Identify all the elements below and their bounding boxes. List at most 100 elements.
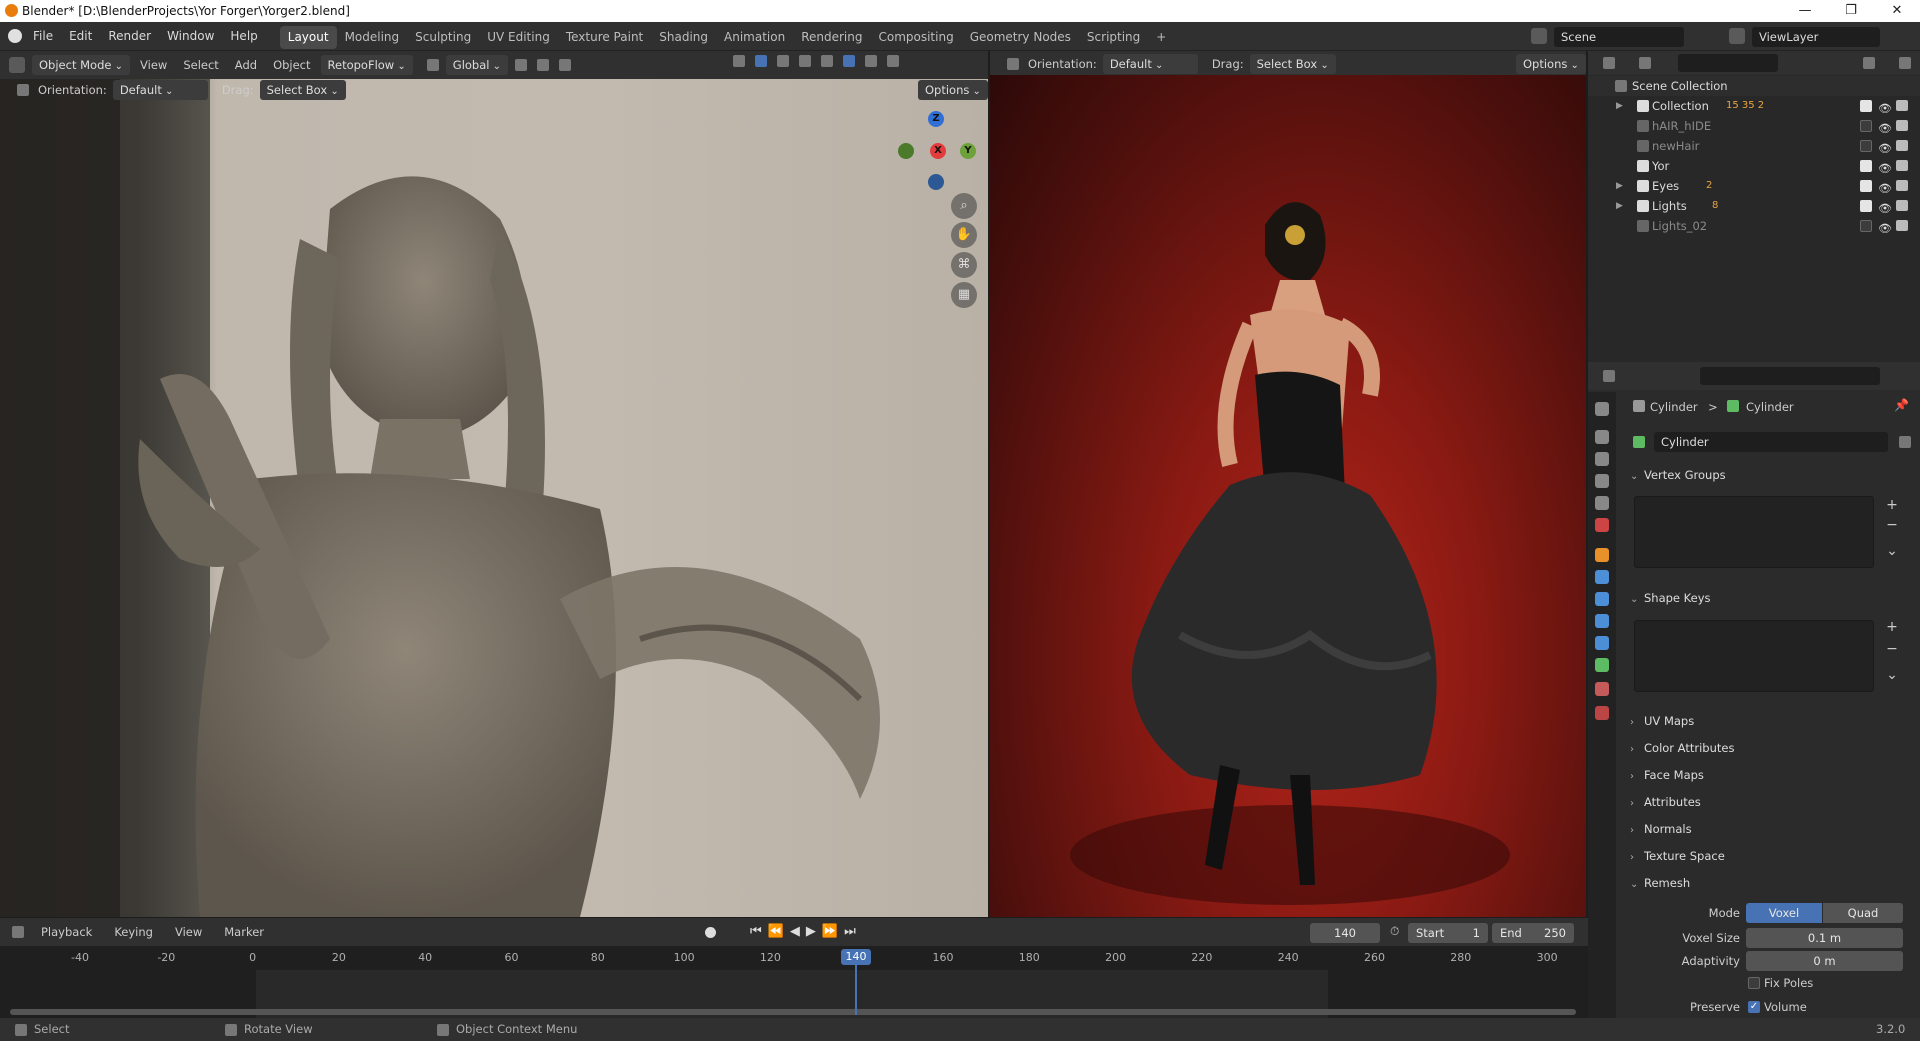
gizmo-neg-y-axis[interactable] [898,143,914,159]
object-mode-dropdown[interactable]: Object Mode [32,55,131,75]
gizmo-x-axis[interactable]: X [930,143,946,159]
keying-menu[interactable]: Keying [114,925,153,939]
render-camera-icon[interactable] [1896,180,1908,191]
rendered-shading-icon[interactable] [887,55,899,67]
outliner-scene-collection[interactable]: Scene Collection [1588,76,1920,96]
view-layer-icon[interactable] [1729,28,1745,44]
orientation-dropdown[interactable]: Default [112,80,208,100]
drag-dropdown-right[interactable]: Select Box [1249,54,1336,74]
fix-poles-checkbox[interactable] [1748,977,1760,989]
playhead-line[interactable] [855,965,857,1015]
options-dropdown-left[interactable]: Options [918,80,988,100]
viewport-canvas[interactable] [0,79,988,917]
new-collection-icon[interactable] [1899,57,1911,69]
datablock-name-field[interactable]: Cylinder [1654,432,1888,452]
retopoflow-dropdown[interactable]: RetopoFlow [320,55,413,75]
vertex-group-menu-button[interactable]: ⌄ [1883,542,1901,560]
exclude-checkbox[interactable] [1860,220,1872,232]
shape-key-menu-button[interactable]: ⌄ [1883,666,1901,684]
vertex-groups-list[interactable] [1634,496,1874,568]
section-attributes[interactable]: › Attributes [1630,791,1908,813]
proportional-edit-icon[interactable] [559,59,572,71]
outliner-row-eyes[interactable]: ▶ Eyes 2 👁 [1588,176,1920,196]
remesh-voxel-button[interactable]: Voxel [1746,903,1822,923]
marker-menu[interactable]: Marker [224,925,264,939]
solid-shading-icon[interactable] [843,55,855,67]
camera-view-icon[interactable]: ⌘ [951,252,977,278]
remesh-quad-button[interactable]: Quad [1823,903,1903,923]
start-frame-field[interactable]: Start 1 [1408,923,1488,943]
filter-icon[interactable] [1863,57,1875,69]
voxel-size-field[interactable]: 0.1 m [1746,928,1903,948]
menu-file[interactable]: File [25,22,61,51]
editor-type-icon[interactable] [9,57,25,73]
remove-shape-key-button[interactable]: − [1883,640,1901,658]
view-menu[interactable]: View [140,58,167,72]
gizmo-toggle-icon[interactable] [755,55,767,67]
exclude-checkbox[interactable] [1860,140,1872,152]
snap-icon[interactable] [537,59,550,71]
constraints-tab-icon[interactable] [1595,636,1609,650]
exclude-checkbox[interactable] [1860,120,1872,132]
maximize-button[interactable]: ❐ [1828,0,1874,22]
render-camera-icon[interactable] [1896,200,1908,211]
wireframe-shading-icon[interactable] [821,55,833,67]
timeline-editor-icon[interactable] [12,926,24,938]
timeline-scrollbar[interactable] [10,1009,1576,1015]
tab-compositing[interactable]: Compositing [870,26,961,49]
visibility-icon[interactable] [733,55,745,67]
close-button[interactable]: ✕ [1874,0,1920,22]
viewport-rendered[interactable] [990,51,1586,917]
tab-uv-editing[interactable]: UV Editing [479,26,558,49]
pan-hand-icon[interactable]: ✋ [951,222,977,248]
particles-tab-icon[interactable] [1595,592,1609,606]
section-vertex-groups[interactable]: ⌄ Vertex Groups [1630,464,1908,486]
add-workspace-button[interactable]: + [1148,26,1174,49]
pivot-icon[interactable] [515,59,528,71]
menu-edit[interactable]: Edit [61,22,100,51]
expand-arrow-icon[interactable]: ▶ [1616,196,1623,216]
scene-tab-icon[interactable] [1595,496,1609,510]
section-uv-maps[interactable]: › UV Maps [1630,710,1908,732]
viewport-solid[interactable] [0,51,988,917]
exclude-checkbox[interactable] [1860,160,1872,172]
expand-arrow-icon[interactable]: ▶ [1616,176,1623,196]
transform-orientation-dropdown[interactable]: Global [445,55,509,75]
expand-arrow-icon[interactable]: ▶ [1616,96,1623,116]
outliner-search-input[interactable] [1678,54,1778,72]
shape-keys-list[interactable] [1634,620,1874,692]
tab-shading[interactable]: Shading [651,26,716,49]
perspective-grid-icon[interactable]: ▦ [951,282,977,308]
section-shape-keys[interactable]: ⌄ Shape Keys [1630,587,1908,609]
view-menu-timeline[interactable]: View [175,925,202,939]
material-tab-icon[interactable] [1595,682,1609,696]
menu-window[interactable]: Window [159,22,222,51]
current-frame-field[interactable]: 140 [1310,923,1380,943]
modifier-tab-icon[interactable] [1595,570,1609,584]
tab-rendering[interactable]: Rendering [793,26,870,49]
exclude-checkbox[interactable] [1860,180,1872,192]
fake-user-shield-icon[interactable] [1899,436,1911,448]
outliner-editor-icon[interactable] [1603,57,1615,69]
zoom-icon[interactable]: ⌕ [951,193,977,219]
output-tab-icon[interactable] [1595,452,1609,466]
add-shape-key-button[interactable]: + [1883,618,1901,636]
outliner-row-lights-02[interactable]: Lights_02 👁 [1588,216,1920,236]
drag-dropdown[interactable]: Select Box [259,80,346,100]
xray-icon[interactable] [799,55,811,67]
eye-icon[interactable]: 👁 [1878,219,1892,239]
material-shading-icon[interactable] [865,55,877,67]
scene-selector[interactable]: Scene [1554,27,1684,47]
adaptivity-field[interactable]: 0 m [1746,951,1903,971]
playhead-frame-badge[interactable]: 140 [841,949,871,965]
tab-scripting[interactable]: Scripting [1079,26,1148,49]
playback-controls[interactable]: ⏮⏪◀▶⏩⏭ [750,924,862,939]
exclude-checkbox[interactable] [1860,100,1872,112]
tab-geometry-nodes[interactable]: Geometry Nodes [962,26,1079,49]
outliner-row-yor[interactable]: Yor 👁 [1588,156,1920,176]
pin-icon[interactable]: 📌 [1894,398,1909,412]
section-face-maps[interactable]: › Face Maps [1630,764,1908,786]
tab-texture-paint[interactable]: Texture Paint [558,26,651,49]
add-vertex-group-button[interactable]: + [1883,496,1901,514]
blender-menu-icon[interactable] [8,29,22,43]
